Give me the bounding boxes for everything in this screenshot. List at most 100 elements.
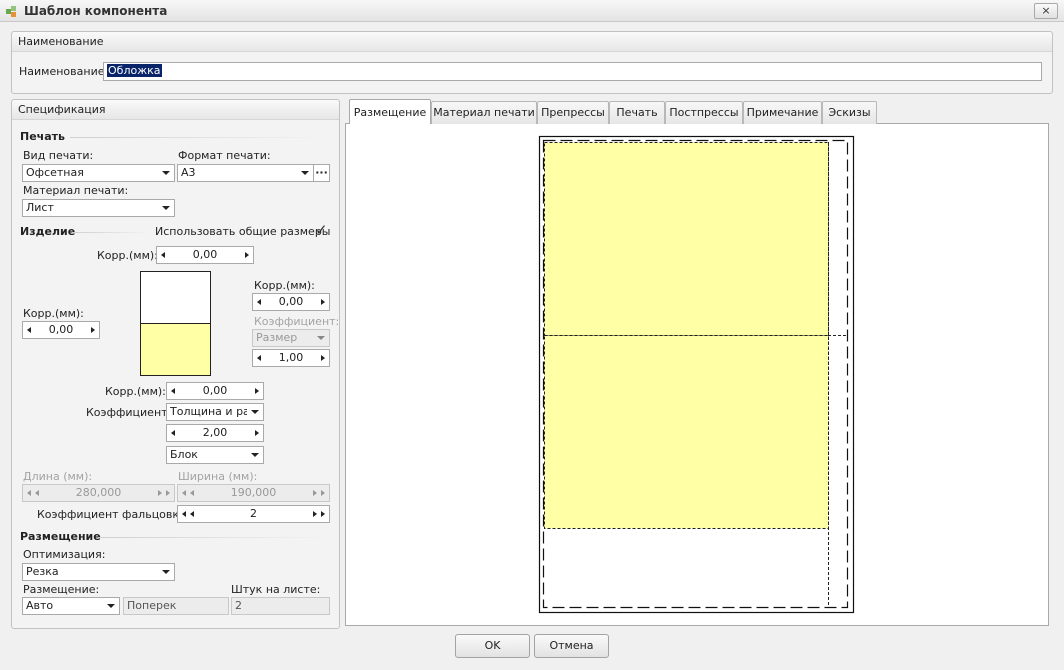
arrow-right-icon[interactable] [321,511,325,517]
name-input[interactable]: Обложка [103,62,1042,81]
left-corr-label: Корр.(мм): [23,307,84,320]
chevron-down-icon [301,171,309,175]
per-sheet-field: 2 [231,597,330,615]
arrow-right-icon[interactable] [321,490,325,496]
right-corr-stepper[interactable]: 0,00 [252,293,330,311]
length-stepper[interactable]: 280,000 [22,484,175,502]
arrow-right-icon[interactable] [255,430,259,436]
top-corr-label: Корр.(мм): [97,249,158,262]
length-label: Длина (мм): [23,470,93,483]
arrow-right-icon[interactable] [313,511,317,517]
close-button[interactable]: × [1034,3,1058,19]
chevron-down-icon [251,410,259,414]
right-coef-stepper[interactable]: 1,00 [252,349,330,367]
product-piece-1 [544,142,829,336]
tab-print[interactable]: Печать [609,101,665,124]
product-preview-fill [141,323,210,375]
block-value: Блок [170,448,198,461]
close-icon: × [1041,4,1051,17]
optimization-select[interactable]: Резка [22,563,175,581]
placement-label: Размещение: [23,583,100,596]
orientation-field: Поперек [123,597,229,615]
tab-prepress[interactable]: Препрессы [537,101,609,124]
chevron-down-icon [162,206,170,210]
coef-select[interactable]: Толщина и размер [166,403,264,421]
chevron-down-icon [251,453,259,457]
optimization-label: Оптимизация: [23,548,106,561]
left-corr-stepper[interactable]: 0,00 [22,321,100,339]
optimization-value: Резка [26,565,59,578]
arrow-right-icon[interactable] [321,355,325,361]
product-section-title: Изделие [20,225,76,238]
tab-placement[interactable]: Размещение [349,99,431,124]
spec-group-header: Спецификация [12,100,339,120]
per-sheet-value: 2 [235,599,242,612]
arrow-right-icon[interactable] [166,490,170,496]
name-label: Наименование: [19,65,109,78]
arrow-right-icon[interactable] [313,490,317,496]
fold-coef-value: 2 [250,507,257,520]
ok-button[interactable]: OK [455,634,530,658]
print-format-more-button[interactable]: ··· [313,164,330,182]
left-corr-value: 0,00 [48,323,74,336]
print-format-select[interactable]: А3 [177,164,314,182]
tab-sketches[interactable]: Эскизы [822,101,877,124]
use-common-sizes-checkbox[interactable]: ✓ [315,221,329,239]
bottom-corr-label: Корр.(мм): [105,385,166,398]
right-coef-label: Коэффициент: [254,315,340,328]
print-section-divider [70,137,330,138]
print-material-select[interactable]: Лист [22,199,175,217]
print-material-label: Материал печати: [23,184,129,197]
right-coef-select[interactable]: Размер [252,329,330,347]
window-title: Шаблон компонента [24,4,168,18]
chevron-down-icon [317,336,325,340]
arrow-right-icon[interactable] [255,388,259,394]
chevron-down-icon [162,171,170,175]
print-type-select[interactable]: Офсетная [22,164,175,182]
coef-combo-value: Толщина и размер [170,405,247,418]
coef-value: 2,00 [202,426,228,439]
placement-select[interactable]: Авто [22,597,120,615]
chevron-down-icon [107,604,115,608]
print-type-label: Вид печати: [23,149,94,162]
tab-notes[interactable]: Примечание [743,101,822,124]
use-common-sizes-label: Использовать общие размеры [155,225,331,238]
width-label: Ширина (мм): [178,470,258,483]
sheet-layout-diagram [538,135,855,614]
width-stepper[interactable]: 190,000 [177,484,330,502]
fold-coef-stepper[interactable]: 2 [177,505,330,523]
block-select[interactable]: Блок [166,446,264,464]
product-piece-2 [544,335,829,529]
arrow-right-icon[interactable] [245,252,249,258]
chevron-down-icon [162,570,170,574]
check-icon: ✓ [315,221,328,239]
bottom-corr-stepper[interactable]: 0,00 [166,382,264,400]
placement-section-title: Размещение [20,530,101,543]
top-corr-stepper[interactable]: 0,00 [156,246,254,264]
arrow-right-icon[interactable] [91,327,95,333]
per-sheet-label: Штук на листе: [231,583,321,596]
right-corr-label: Корр.(мм): [254,279,315,292]
name-input-value: Обложка [107,64,162,77]
cancel-button[interactable]: Отмена [534,634,609,658]
right-corr-value: 0,00 [278,295,304,308]
print-section-title: Печать [20,130,65,143]
arrow-right-icon[interactable] [321,299,325,305]
product-preview [140,271,211,376]
print-format-value: А3 [181,166,196,179]
name-group-header: Наименование [12,32,1052,52]
bottom-corr-value: 0,00 [202,384,228,397]
orientation-value: Поперек [127,599,177,612]
print-material-value: Лист [26,201,54,214]
print-type-value: Офсетная [26,166,84,179]
app-icon [6,6,16,17]
tab-print-material[interactable]: Материал печати [431,101,537,124]
right-coef-combo-value: Размер [256,331,298,344]
tab-postpress[interactable]: Постпрессы [665,101,743,124]
length-value: 280,000 [75,486,122,499]
coef-stepper[interactable]: 2,00 [166,424,264,442]
placement-section-divider [98,537,330,538]
arrow-right-icon[interactable] [158,490,162,496]
product-section-divider [72,232,152,233]
right-coef-value: 1,00 [278,351,304,364]
